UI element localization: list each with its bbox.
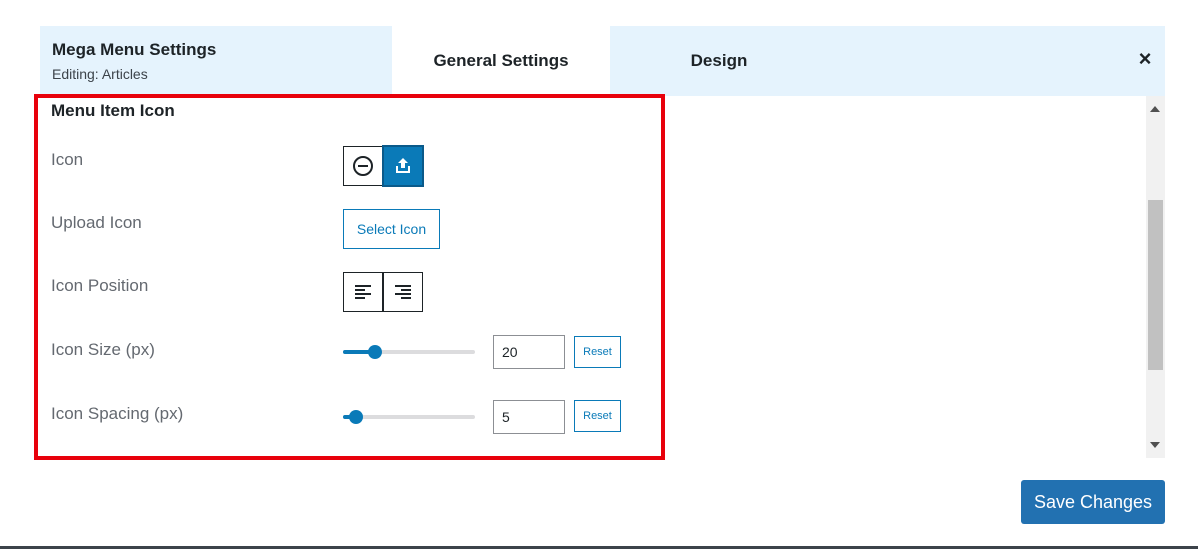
slider-handle[interactable] (368, 345, 382, 359)
tab-general-settings[interactable]: General Settings (392, 26, 610, 96)
slider-handle[interactable] (349, 410, 363, 424)
tab-design[interactable]: Design (610, 26, 828, 96)
upload-icon (396, 158, 410, 173)
icon-position-label: Icon Position (51, 276, 149, 295)
upload-icon-label: Upload Icon (51, 213, 142, 232)
section-title: Menu Item Icon (51, 101, 175, 120)
panel-scrollbar[interactable] (1146, 96, 1165, 458)
scrollbar-thumb[interactable] (1148, 200, 1163, 370)
scroll-up-arrow-icon[interactable] (1150, 106, 1160, 112)
icon-spacing-reset-button[interactable]: Reset (574, 400, 621, 432)
align-right-icon (395, 285, 411, 299)
none-icon-button[interactable] (343, 146, 383, 186)
icon-label: Icon (51, 150, 84, 169)
icon-position-group (343, 272, 423, 312)
icon-size-slider[interactable] (343, 345, 475, 359)
icon-size-input[interactable] (493, 335, 565, 369)
align-left-button[interactable] (343, 272, 383, 312)
icon-toggle-group (343, 145, 424, 187)
icon-spacing-label: Icon Spacing (px) (51, 404, 184, 423)
icon-size-reset-button[interactable]: Reset (574, 336, 621, 368)
upload-icon-button[interactable] (382, 145, 424, 187)
icon-size-label: Icon Size (px) (51, 340, 155, 359)
align-right-button[interactable] (383, 272, 423, 312)
modal-header: Mega Menu Settings Editing: Articles Gen… (40, 26, 1165, 96)
scroll-down-arrow-icon[interactable] (1150, 442, 1160, 448)
save-changes-button[interactable]: Save Changes (1021, 480, 1165, 524)
modal-subtitle: Editing: Articles (52, 66, 148, 82)
mega-menu-settings-modal: Mega Menu Settings Editing: Articles Gen… (40, 26, 1165, 526)
modal-title: Mega Menu Settings (52, 40, 217, 59)
none-icon (353, 156, 373, 176)
close-button[interactable]: × (1132, 46, 1158, 72)
icon-spacing-input[interactable] (493, 400, 565, 434)
select-icon-button[interactable]: Select Icon (343, 209, 440, 249)
align-left-icon (355, 285, 371, 299)
icon-spacing-slider[interactable] (343, 410, 475, 424)
title-block: Mega Menu Settings Editing: Articles (52, 40, 216, 82)
